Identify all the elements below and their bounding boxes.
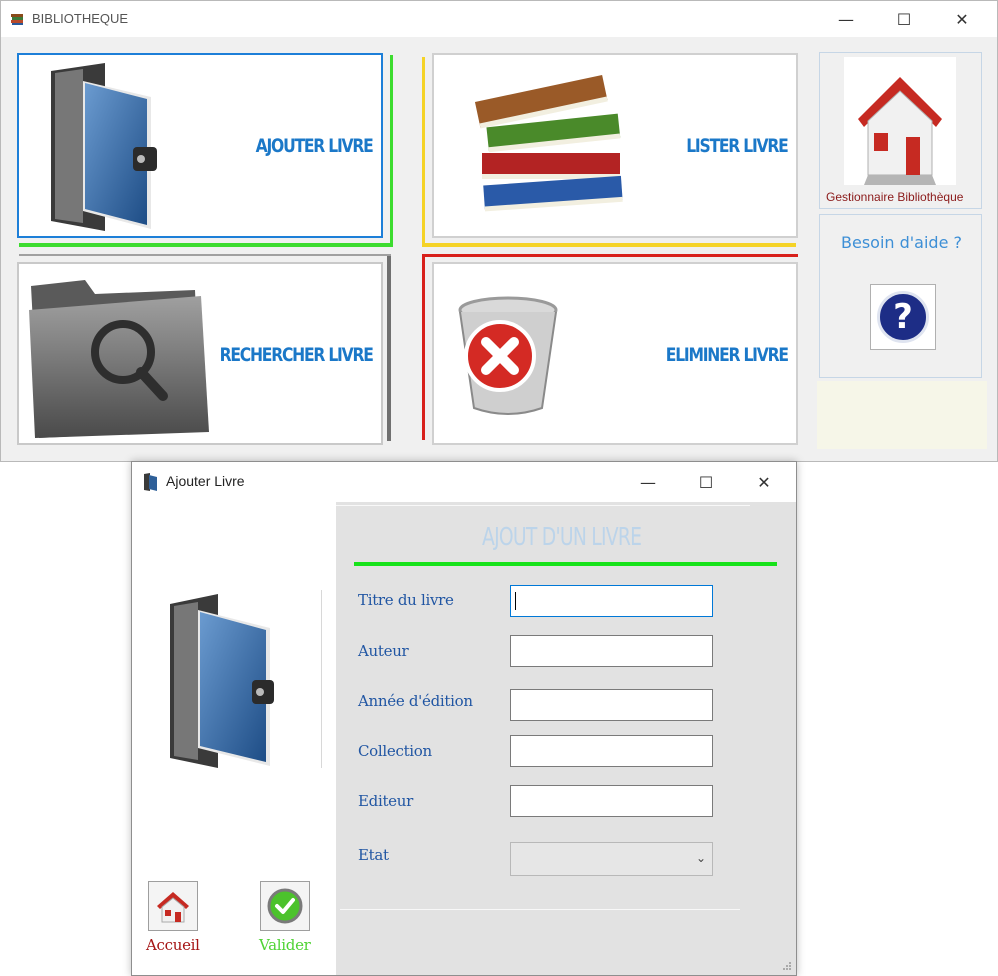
add-book-dialog: Ajouter Livre — ☐ ✕ Accueil Valider AJOU… bbox=[131, 461, 797, 976]
question-icon: ? bbox=[877, 291, 929, 343]
author-label: Auteur bbox=[358, 642, 409, 660]
home-button[interactable] bbox=[148, 881, 198, 931]
collection-label: Collection bbox=[358, 742, 432, 760]
delete-book-label: ELIMINER LIVRE bbox=[666, 344, 789, 366]
section-title: AJOUT D'UN LIVRE bbox=[482, 522, 642, 551]
minimize-icon: — bbox=[838, 9, 854, 29]
validate-caption: Valider bbox=[259, 936, 311, 954]
house-icon bbox=[858, 77, 942, 185]
text-caret bbox=[515, 592, 516, 610]
year-label: Année d'édition bbox=[358, 692, 473, 710]
publisher-input[interactable] bbox=[510, 785, 713, 817]
collection-input[interactable] bbox=[510, 735, 713, 767]
manager-box[interactable]: Gestionnaire Bibliothèque bbox=[819, 52, 982, 209]
books-app-icon bbox=[11, 14, 23, 25]
book-app-icon bbox=[144, 473, 157, 491]
publisher-label: Editeur bbox=[358, 792, 413, 810]
title-label: Titre du livre bbox=[358, 591, 454, 609]
minimize-button[interactable]: — bbox=[817, 1, 875, 37]
search-book-tile[interactable]: RECHERCHER LIVRE bbox=[17, 262, 383, 445]
minimize-icon: — bbox=[640, 472, 656, 492]
bottom-separator bbox=[340, 909, 740, 910]
house-icon-frame bbox=[844, 57, 956, 185]
dialog-maximize-button[interactable]: ☐ bbox=[677, 462, 735, 502]
help-caption: Besoin d'aide ? bbox=[841, 233, 962, 252]
list-books-tile[interactable]: LISTER LIVRE bbox=[432, 53, 798, 238]
title-input[interactable] bbox=[510, 585, 713, 617]
house-icon bbox=[157, 892, 189, 923]
list-tile-underline bbox=[422, 243, 796, 247]
delete-book-tile[interactable]: ELIMINER LIVRE bbox=[432, 262, 798, 445]
home-caption: Accueil bbox=[146, 936, 200, 954]
dialog-close-button[interactable]: ✕ bbox=[735, 462, 793, 502]
validate-button[interactable] bbox=[260, 881, 310, 931]
section-accent-bar bbox=[354, 562, 777, 566]
add-book-tile[interactable]: AJOUTER LIVRE bbox=[17, 53, 383, 238]
state-select[interactable]: ⌄ bbox=[510, 842, 713, 876]
dialog-minimize-button[interactable]: — bbox=[619, 462, 677, 502]
delete-trash-icon bbox=[458, 296, 558, 415]
delete-tile-sideline bbox=[422, 254, 425, 440]
add-tile-sideline bbox=[390, 55, 393, 247]
top-separator bbox=[336, 505, 750, 506]
dialog-left-pane: Accueil Valider bbox=[132, 502, 336, 965]
main-window-title: BIBLIOTHEQUE bbox=[32, 11, 129, 26]
year-input[interactable] bbox=[510, 689, 713, 721]
close-button[interactable]: ✕ bbox=[933, 1, 991, 37]
close-icon: ✕ bbox=[757, 472, 771, 492]
book-folder-icon bbox=[170, 594, 274, 768]
search-tile-topline bbox=[19, 254, 391, 256]
resize-grip-icon[interactable] bbox=[782, 961, 792, 971]
help-button[interactable]: ? bbox=[870, 284, 936, 350]
dialog-titlebar: Ajouter Livre — ☐ ✕ bbox=[132, 462, 796, 502]
question-mark-text: ? bbox=[893, 297, 913, 337]
main-titlebar: BIBLIOTHEQUE — ☐ ✕ bbox=[1, 1, 997, 37]
maximize-button[interactable]: ☐ bbox=[875, 1, 933, 37]
manager-caption: Gestionnaire Bibliothèque bbox=[826, 190, 964, 204]
search-tile-sideline bbox=[387, 255, 391, 441]
main-window: BIBLIOTHEQUE — ☐ ✕ AJOUTER LIVRE LISTER … bbox=[0, 0, 998, 462]
close-icon: ✕ bbox=[955, 9, 969, 29]
dialog-form-pane: AJOUT D'UN LIVRE Titre du livre Auteur A… bbox=[336, 502, 796, 975]
add-tile-underline bbox=[19, 243, 393, 247]
checkmark-icon bbox=[267, 888, 303, 924]
delete-tile-topline bbox=[422, 254, 798, 257]
stacked-books-icon bbox=[474, 75, 623, 212]
left-pane-divider bbox=[321, 590, 322, 768]
help-box: Besoin d'aide ? ? bbox=[819, 214, 982, 378]
search-folder-icon bbox=[29, 280, 209, 438]
author-input[interactable] bbox=[510, 635, 713, 667]
dialog-title: Ajouter Livre bbox=[166, 473, 245, 489]
right-panel-strip bbox=[817, 381, 987, 449]
chevron-down-icon: ⌄ bbox=[695, 851, 706, 865]
list-books-label: LISTER LIVRE bbox=[686, 135, 790, 157]
search-book-label: RECHERCHER LIVRE bbox=[219, 344, 374, 366]
state-label: Etat bbox=[358, 846, 389, 864]
book-folder-icon bbox=[51, 63, 157, 231]
add-book-label: AJOUTER LIVRE bbox=[256, 135, 374, 157]
maximize-icon: ☐ bbox=[698, 472, 714, 492]
list-tile-sideline bbox=[422, 57, 425, 247]
maximize-icon: ☐ bbox=[896, 9, 912, 29]
